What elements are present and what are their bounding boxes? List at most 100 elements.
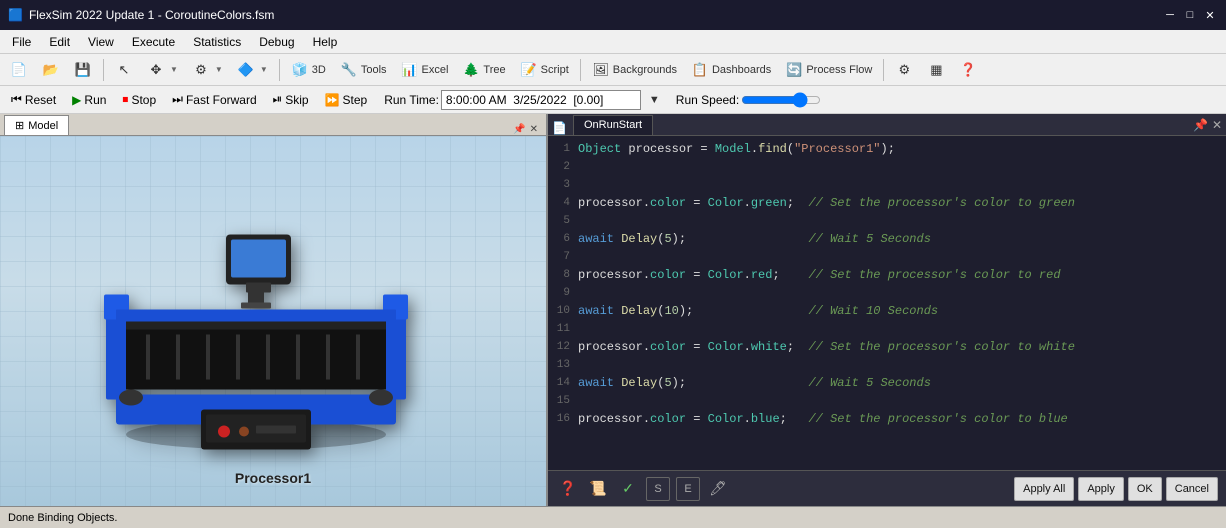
- title-bar-controls: ─ □ ✕: [1162, 7, 1218, 23]
- model-tab[interactable]: ⊞ Model: [4, 115, 69, 135]
- panels-button[interactable]: ▦: [921, 57, 951, 83]
- menu-help[interactable]: Help: [305, 33, 346, 51]
- run-time-label: Run Time:: [384, 93, 439, 107]
- tools-button[interactable]: 🔧 Tools: [334, 57, 393, 83]
- run-button[interactable]: ▶ Run: [65, 89, 113, 111]
- dashboards-button[interactable]: 📋 Dashboards: [685, 57, 777, 83]
- dropper-button[interactable]: 🖊: [706, 477, 730, 501]
- help-button[interactable]: ❓: [953, 57, 983, 83]
- fast-forward-button[interactable]: ⏭ Fast Forward: [165, 89, 264, 111]
- process-flow-button[interactable]: 🔄 Process Flow: [779, 57, 878, 83]
- save-button[interactable]: 💾: [68, 57, 98, 83]
- code-line-13: 13: [548, 356, 1226, 374]
- panels-icon: ▦: [927, 61, 945, 79]
- separator-4: [883, 59, 884, 81]
- build-tool[interactable]: ⚙ ▼: [186, 57, 229, 83]
- cursor-tool[interactable]: ↖: [109, 57, 139, 83]
- code-line-10: 10 await Delay(10); // Wait 10 Seconds: [548, 302, 1226, 320]
- open-icon: 📂: [42, 61, 60, 79]
- tree-button[interactable]: 🌲 Tree: [456, 57, 511, 83]
- separator-3: [580, 59, 581, 81]
- menu-edit[interactable]: Edit: [41, 33, 78, 51]
- menu-file[interactable]: File: [4, 33, 39, 51]
- code-tab-controls: 📌 ✕: [1193, 118, 1222, 132]
- move-tool[interactable]: ✥ ▼: [141, 57, 184, 83]
- save-icon: 💾: [74, 61, 92, 79]
- code-line-5: 5: [548, 212, 1226, 230]
- stop-button[interactable]: ⏹ Stop: [115, 89, 163, 111]
- run-time-dropdown[interactable]: ▼: [643, 87, 666, 113]
- step-button[interactable]: ⏩ Step: [318, 89, 375, 111]
- panel-close-button[interactable]: ✕: [530, 124, 538, 135]
- reset-button[interactable]: ⏮ Reset: [4, 89, 63, 111]
- e-button[interactable]: E: [676, 477, 700, 501]
- pin-icon[interactable]: 📌: [1193, 118, 1208, 132]
- separator-1: [103, 59, 104, 81]
- speed-slider[interactable]: [741, 92, 821, 108]
- panel-pin-button[interactable]: 📌: [513, 124, 525, 135]
- viewport: Processor1: [0, 136, 546, 506]
- step-icon: ⏩: [325, 93, 340, 107]
- check-button[interactable]: ✓: [616, 477, 640, 501]
- new-icon: 📄: [10, 61, 28, 79]
- help-icon: ❓: [959, 61, 977, 79]
- menu-statistics[interactable]: Statistics: [185, 33, 249, 51]
- title-bar-left: 🟦 FlexSim 2022 Update 1 - CoroutineColor…: [8, 8, 274, 22]
- code-tab-onrunstart[interactable]: OnRunStart: [573, 115, 653, 135]
- status-bar: Done Binding Objects.: [0, 506, 1226, 528]
- tree-label: Tree: [483, 64, 505, 76]
- main-toolbar: 📄 📂 💾 ↖ ✥ ▼ ⚙ ▼ 🔷 ▼ 🧊 3D 🔧 Tools 📊 Excel…: [0, 54, 1226, 86]
- processor-label: Processor1: [235, 470, 311, 486]
- code-editor[interactable]: 1 Object processor = Model.find("Process…: [548, 136, 1226, 470]
- code-bottom-right: Apply All Apply OK Cancel: [1014, 477, 1218, 501]
- 3d-button[interactable]: 🧊 3D: [285, 57, 332, 83]
- cancel-button[interactable]: Cancel: [1166, 477, 1218, 501]
- machine-svg: [86, 180, 426, 460]
- tools-icon: 🔧: [340, 61, 358, 79]
- run-icon: ▶: [72, 93, 81, 107]
- menu-view[interactable]: View: [80, 33, 122, 51]
- backgrounds-button[interactable]: 🖼 Backgrounds: [586, 57, 683, 83]
- 3d-icon: 🧊: [291, 61, 309, 79]
- reset-label: Reset: [25, 93, 56, 107]
- close-button[interactable]: ✕: [1202, 7, 1218, 23]
- excel-button[interactable]: 📊 Excel: [395, 57, 455, 83]
- open-button[interactable]: 📂: [36, 57, 66, 83]
- code-line-3: 3: [548, 176, 1226, 194]
- skip-label: Skip: [285, 93, 308, 107]
- stop-icon: ⏹: [122, 92, 128, 107]
- main-content: ⊞ Model 📌 ✕: [0, 114, 1226, 506]
- run-toolbar: ⏮ Reset ▶ Run ⏹ Stop ⏭ Fast Forward ⏯ Sk…: [0, 86, 1226, 114]
- code-panel: 📄 OnRunStart 📌 ✕ 1 Object processor = Mo…: [548, 114, 1226, 506]
- run-speed-label: Run Speed:: [676, 93, 739, 107]
- help-icon-button[interactable]: ❓: [556, 477, 580, 501]
- s-button[interactable]: S: [646, 477, 670, 501]
- settings-button[interactable]: ⚙: [889, 57, 919, 83]
- skip-button[interactable]: ⏯ Skip: [266, 89, 316, 111]
- code-line-11: 11: [548, 320, 1226, 338]
- maximize-button[interactable]: □: [1182, 7, 1198, 23]
- menu-execute[interactable]: Execute: [124, 33, 183, 51]
- stop-label: Stop: [131, 93, 156, 107]
- run-label: Run: [84, 93, 106, 107]
- backgrounds-label: Backgrounds: [613, 64, 677, 76]
- new-button[interactable]: 📄: [4, 57, 34, 83]
- run-time-input[interactable]: [441, 90, 641, 110]
- apply-button[interactable]: Apply: [1078, 477, 1124, 501]
- code-line-14: 14 await Delay(5); // Wait 5 Seconds: [548, 374, 1226, 392]
- reset-icon: ⏮: [11, 92, 22, 107]
- status-text: Done Binding Objects.: [8, 512, 117, 524]
- extra-icon: 🔷: [237, 61, 255, 79]
- skip-icon: ⏯: [273, 92, 283, 107]
- code-panel-close-button[interactable]: ✕: [1212, 118, 1222, 132]
- minimize-button[interactable]: ─: [1162, 7, 1178, 23]
- menu-debug[interactable]: Debug: [251, 33, 302, 51]
- code-tab-label: OnRunStart: [584, 119, 642, 131]
- apply-all-button[interactable]: Apply All: [1014, 477, 1074, 501]
- ok-button[interactable]: OK: [1128, 477, 1162, 501]
- tree-icon: 🌲: [462, 61, 480, 79]
- script-button[interactable]: 📝 Script: [514, 57, 575, 83]
- script-edit-button[interactable]: 📜: [586, 477, 610, 501]
- extra-tool[interactable]: 🔷 ▼: [231, 57, 274, 83]
- step-label: Step: [343, 93, 368, 107]
